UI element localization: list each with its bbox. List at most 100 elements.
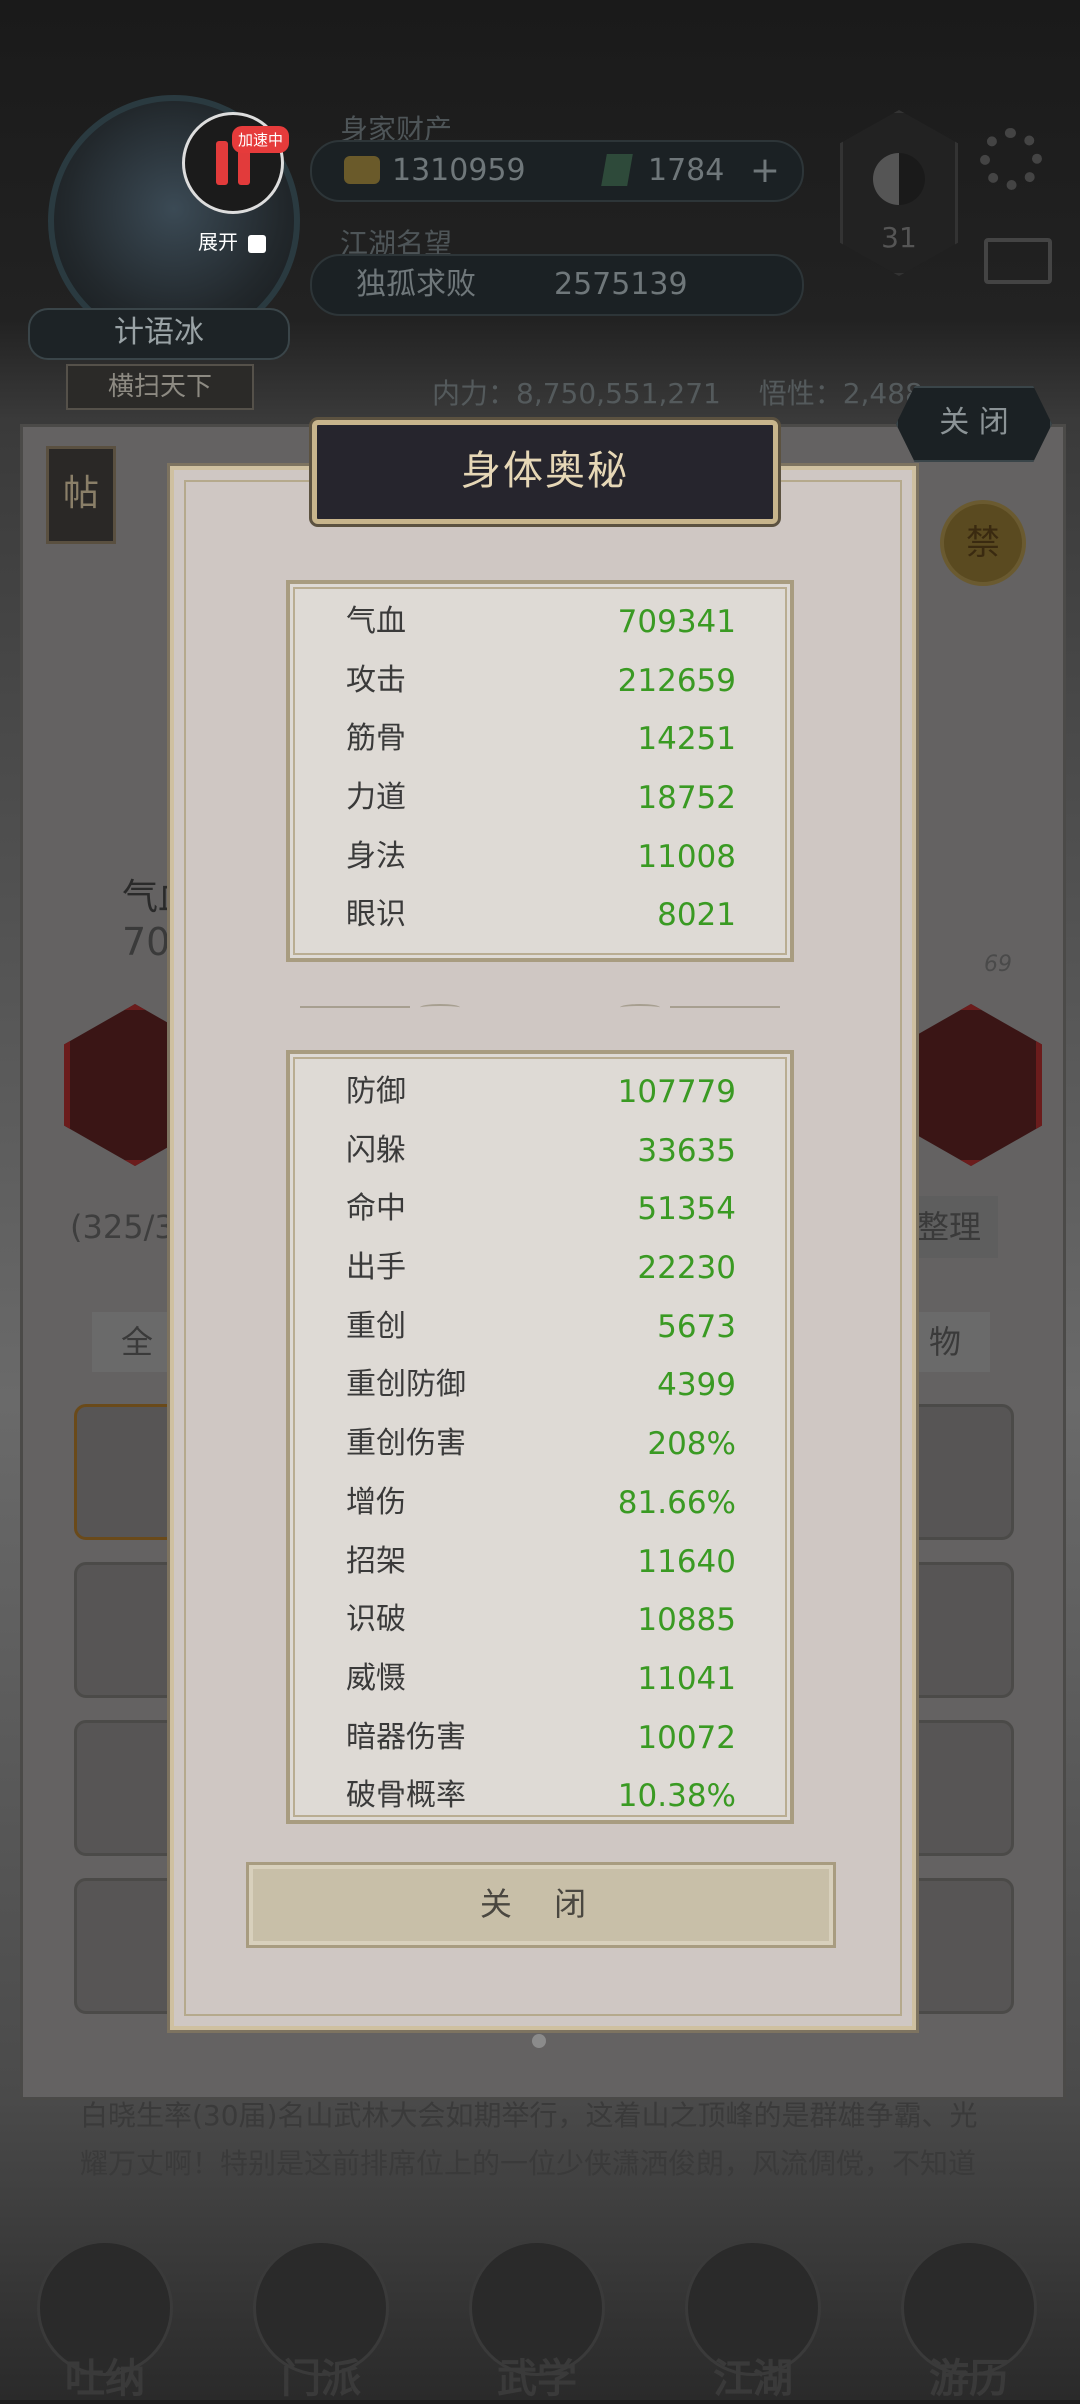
stat-label: 识破	[346, 1602, 406, 1638]
stat-label: 招架	[346, 1543, 406, 1579]
modal-title: 身体奥秘	[312, 420, 778, 524]
stat-row: 筋骨 14251	[290, 710, 790, 769]
stat-value: 10.38%	[617, 1778, 736, 1815]
stat-row: 出手 22230	[290, 1239, 790, 1298]
stat-label: 破骨概率	[346, 1778, 466, 1814]
stat-value: 18752	[637, 780, 736, 817]
stat-row: 防御 107779	[290, 1063, 790, 1122]
stat-label: 防御	[346, 1074, 406, 1109]
level-value: 31	[881, 221, 917, 254]
nav-menpai[interactable]: 门派	[246, 2240, 396, 2402]
nav-jianghu[interactable]: 江湖	[678, 2240, 828, 2402]
stat-value: 208%	[647, 1426, 736, 1463]
wealth-bar: 1310959 1784 +	[310, 140, 804, 202]
stat-row: 气血 709341	[290, 593, 790, 652]
neili-wuxing-line: 内力：8,750,551,271 悟性：2,488	[432, 372, 923, 412]
stat-row: 身法 11008	[290, 828, 790, 887]
secondary-stats-list: 防御 107779 闪躲 33635 命中 51354 出手 22230 重创 5673 …	[290, 1054, 790, 1820]
gear-icon[interactable]	[980, 128, 1042, 190]
stat-value: 11008	[637, 838, 736, 875]
stat-value: 212659	[617, 662, 736, 699]
neili-value: 8,750,551,271	[516, 377, 721, 410]
nav-label: 门派	[281, 2356, 361, 2402]
player-name: 计语冰	[28, 308, 290, 360]
stat-label: 眼识	[346, 897, 406, 933]
stat-row: 暗器伤害 10072	[290, 1709, 790, 1768]
stat-row: 攻击 212659	[290, 652, 790, 711]
stat-label: 增伤	[346, 1484, 406, 1520]
neili-label: 内力：	[432, 377, 517, 410]
stat-row: 破骨概率 10.38%	[290, 1767, 790, 1820]
primary-stats-box: 气血 709341 攻击 212659 筋骨 14251 力道 18752 身法 1100…	[286, 580, 794, 962]
stat-label: 攻击	[346, 662, 406, 698]
hp-value-partial: 70	[122, 920, 171, 964]
stat-label: 气血	[346, 604, 406, 639]
stat-value: 51354	[637, 1191, 736, 1228]
gold-value: 1310959	[392, 153, 526, 188]
stat-value: 22230	[637, 1250, 736, 1287]
ornament-divider	[300, 1002, 780, 1012]
stat-row: 闪躲 33635	[290, 1122, 790, 1181]
stat-row: 命中 51354	[290, 1180, 790, 1239]
expand-icon	[248, 234, 267, 253]
stat-row: 重创 5673	[290, 1298, 790, 1357]
ban-badge[interactable]: 禁	[940, 500, 1026, 586]
inventory-slot[interactable]	[900, 1878, 1014, 2014]
stat-value: 14251	[637, 721, 736, 758]
stat-row: 威慑 11041	[290, 1650, 790, 1709]
filter-tab-all[interactable]: 全	[92, 1312, 182, 1372]
stat-row: 招架 11640	[290, 1533, 790, 1592]
nav-label: 武学	[497, 2356, 577, 2402]
stat-value: 4399	[657, 1367, 736, 1404]
nav-wuxue[interactable]: 武学	[462, 2240, 612, 2402]
inventory-slot[interactable]	[900, 1720, 1014, 1856]
nav-tuna[interactable]: 吐纳	[30, 2240, 180, 2402]
inventory-slot[interactable]	[900, 1404, 1014, 1540]
secondary-stats-box[interactable]: 防御 107779 闪躲 33635 命中 51354 出手 22230 重创 5673 …	[286, 1050, 794, 1824]
page-indicator-dot	[532, 2034, 546, 2048]
stat-label: 重创防御	[346, 1367, 466, 1403]
stat-value: 11640	[637, 1543, 736, 1580]
taiji-icon	[873, 153, 925, 205]
add-currency-button[interactable]: +	[750, 142, 780, 200]
nav-youli[interactable]: 游历	[894, 2240, 1044, 2402]
inventory-slot[interactable]	[900, 1562, 1014, 1698]
mail-icon[interactable]	[984, 238, 1052, 284]
gold-icon	[344, 156, 380, 184]
stat-value: 107779	[617, 1074, 736, 1110]
close-panel-button[interactable]: 关 闭	[896, 386, 1052, 462]
taiji-level-badge[interactable]: 31	[840, 110, 958, 276]
stat-label: 身法	[346, 838, 406, 874]
stat-value: 10072	[637, 1719, 736, 1756]
nav-label: 江湖	[713, 2356, 793, 2402]
stat-label: 筋骨	[346, 721, 406, 757]
primary-stats-list: 气血 709341 攻击 212659 筋骨 14251 力道 18752 身法 1100…	[290, 584, 790, 945]
story-text: 白晓生率(30届)名山武林大会如期举行，这着山之顶峰的是群雄争霸、光耀万丈啊！特…	[80, 2099, 978, 2180]
stat-label: 暗器伤害	[346, 1719, 466, 1755]
stat-value: 10885	[637, 1602, 736, 1639]
expand-label: 展开	[198, 230, 238, 254]
expand-button[interactable]: 展开	[198, 226, 267, 255]
stat-label: 出手	[346, 1250, 406, 1286]
wuxing-label: 悟性：	[758, 377, 843, 410]
jade-value: 1784	[648, 153, 725, 188]
speed-status-badge: 加速中	[232, 126, 290, 153]
stat-row: 增伤 81.66%	[290, 1474, 790, 1533]
nav-label: 吐纳	[65, 2356, 145, 2402]
post-button[interactable]: 帖	[46, 446, 116, 544]
modal-close-button[interactable]: 关 闭	[246, 1862, 836, 1948]
stat-value: 5673	[657, 1308, 736, 1345]
stat-label: 重创伤害	[346, 1426, 466, 1462]
stat-row: 眼识 8021	[290, 886, 790, 945]
stat-row: 识破 10885	[290, 1591, 790, 1650]
stat-row: 力道 18752	[290, 769, 790, 828]
jade-icon	[601, 154, 633, 186]
stat-value: 11041	[637, 1660, 736, 1697]
stat-row: 重创防御 4399	[290, 1356, 790, 1415]
stat-label: 命中	[346, 1191, 406, 1227]
stat-value: 81.66%	[617, 1484, 736, 1521]
count-badge: 69	[984, 952, 1012, 977]
fame-bar: 独孤求败 2575139	[310, 254, 804, 316]
stat-value: 8021	[657, 897, 736, 934]
stat-label: 重创	[346, 1308, 406, 1344]
